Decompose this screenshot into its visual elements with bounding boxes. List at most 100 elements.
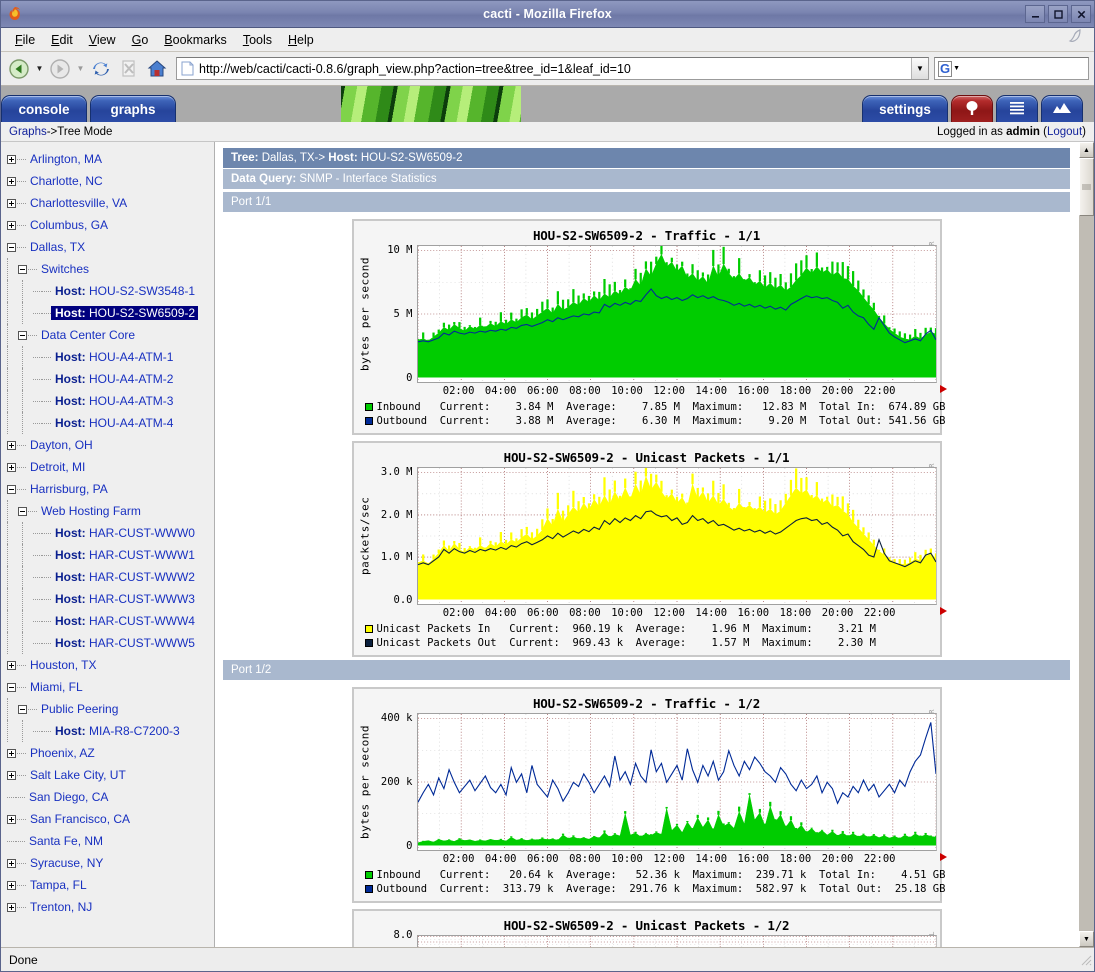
scroll-thumb[interactable] xyxy=(1079,158,1094,216)
menu-help[interactable]: Help xyxy=(280,31,322,49)
tree-node-har-cust-www4[interactable]: Host: HAR-CUST-WWW4 xyxy=(1,610,214,632)
tree-expand-icon[interactable] xyxy=(7,199,16,208)
tree-node-label[interactable]: Syracuse, NY xyxy=(26,856,103,870)
tree-node-label[interactable]: Charlottesville, VA xyxy=(26,196,127,210)
scroll-down-button[interactable]: ▼ xyxy=(1079,931,1094,947)
tree-node-tampa-fl[interactable]: Tampa, FL xyxy=(1,874,214,896)
tree-node-harrisburg-pa[interactable]: Harrisburg, PA xyxy=(1,478,214,500)
tree-node-san-francisco-ca[interactable]: San Francisco, CA xyxy=(1,808,214,830)
tree-expand-icon[interactable] xyxy=(7,859,16,868)
tree-node-label[interactable]: Houston, TX xyxy=(26,658,96,672)
tree-expand-icon[interactable] xyxy=(7,771,16,780)
tree-node-dallas-tx[interactable]: Dallas, TX xyxy=(1,236,214,258)
tree-node-label[interactable]: Host: HAR-CUST-WWW2 xyxy=(51,570,195,584)
url-dropdown-icon[interactable]: ▼ xyxy=(911,58,928,79)
tree-node-miami-fl[interactable]: Miami, FL xyxy=(1,676,214,698)
tree-node-hou-s2-sw3548-1[interactable]: Host: HOU-S2-SW3548-1 xyxy=(1,280,214,302)
tree-node-label[interactable]: Dallas, TX xyxy=(26,240,85,254)
back-button[interactable] xyxy=(6,56,32,82)
tree-node-dayton-oh[interactable]: Dayton, OH xyxy=(1,434,214,456)
tree-collapse-icon[interactable] xyxy=(18,331,27,340)
tree-node-label[interactable]: Salt Lake City, UT xyxy=(26,768,126,782)
tree-node-label[interactable]: San Francisco, CA xyxy=(26,812,130,826)
tree-node-label[interactable]: Web Hosting Farm xyxy=(37,504,141,518)
tree-node-har-cust-www1[interactable]: Host: HAR-CUST-WWW1 xyxy=(1,544,214,566)
tree-node-hou-s2-sw6509-2[interactable]: Host: HOU-S2-SW6509-2 xyxy=(1,302,214,324)
resize-grip-icon[interactable] xyxy=(1078,952,1094,968)
tree-node-label[interactable]: Harrisburg, PA xyxy=(26,482,108,496)
tree-expand-icon[interactable] xyxy=(7,881,16,890)
tree-node-label[interactable]: Host: HOU-S2-SW3548-1 xyxy=(51,284,195,298)
tree-node-har-cust-www0[interactable]: Host: HAR-CUST-WWW0 xyxy=(1,522,214,544)
back-history-caret-icon[interactable]: ▼ xyxy=(34,56,45,82)
logout-link[interactable]: Logout xyxy=(1047,126,1082,138)
tree-node-charlotte-nc[interactable]: Charlotte, NC xyxy=(1,170,214,192)
tree-node-label[interactable]: Host: HOU-A4-ATM-2 xyxy=(51,372,173,386)
tree-node-hou-a4-atm-2[interactable]: Host: HOU-A4-ATM-2 xyxy=(1,368,214,390)
tree-node-switches[interactable]: Switches xyxy=(1,258,214,280)
url-bar[interactable]: http://web/cacti/cacti-0.8.6/graph_view.… xyxy=(176,57,929,80)
tree-node-label[interactable]: Host: HAR-CUST-WWW0 xyxy=(51,526,195,540)
tree-node-label[interactable]: Host: HOU-A4-ATM-3 xyxy=(51,394,173,408)
maximize-button[interactable] xyxy=(1048,5,1068,23)
rrd-graph[interactable]: HOU-S2-SW6509-2 - Unicast Packets - 1/1R… xyxy=(352,441,942,657)
tab-console[interactable]: console xyxy=(1,95,87,122)
tree-node-label[interactable]: Host: HAR-CUST-WWW5 xyxy=(51,636,195,650)
tree-node-label[interactable]: Data Center Core xyxy=(37,328,135,342)
tree-node-label[interactable]: Host: HOU-A4-ATM-1 xyxy=(51,350,173,364)
tree-expand-icon[interactable] xyxy=(7,903,16,912)
tree-node-santa-fe-nm[interactable]: Santa Fe, NM xyxy=(1,830,214,852)
tree-node-trenton-nj[interactable]: Trenton, NJ xyxy=(1,896,214,918)
tree-expand-icon[interactable] xyxy=(7,749,16,758)
tab-tree-mode[interactable] xyxy=(951,95,993,122)
tree-collapse-icon[interactable] xyxy=(18,507,27,516)
content-scrollbar[interactable]: ▲ ▼ xyxy=(1078,142,1094,947)
tree-expand-icon[interactable] xyxy=(7,661,16,670)
tree-node-hou-a4-atm-4[interactable]: Host: HOU-A4-ATM-4 xyxy=(1,412,214,434)
tree-node-label[interactable]: Santa Fe, NM xyxy=(25,834,103,848)
tree-node-houston-tx[interactable]: Houston, TX xyxy=(1,654,214,676)
tree-node-label[interactable]: Host: HOU-S2-SW6509-2 xyxy=(51,306,198,320)
tree-node-label[interactable]: Public Peering xyxy=(37,702,118,716)
tree-expand-icon[interactable] xyxy=(7,463,16,472)
tree-node-salt-lake-city-ut[interactable]: Salt Lake City, UT xyxy=(1,764,214,786)
tree-node-label[interactable]: Arlington, MA xyxy=(26,152,102,166)
tree-expand-icon[interactable] xyxy=(7,177,16,186)
tree-node-arlington-ma[interactable]: Arlington, MA xyxy=(1,148,214,170)
reload-button[interactable] xyxy=(88,56,114,82)
tree-node-hou-a4-atm-1[interactable]: Host: HOU-A4-ATM-1 xyxy=(1,346,214,368)
tree-node-label[interactable]: Trenton, NJ xyxy=(26,900,92,914)
tree-node-hou-a4-atm-3[interactable]: Host: HOU-A4-ATM-3 xyxy=(1,390,214,412)
tree-node-web-hosting-farm[interactable]: Web Hosting Farm xyxy=(1,500,214,522)
tree-node-label[interactable]: Switches xyxy=(37,262,89,276)
tree-expand-icon[interactable] xyxy=(7,815,16,824)
tree-node-charlottesville-va[interactable]: Charlottesville, VA xyxy=(1,192,214,214)
tree-node-phoenix-az[interactable]: Phoenix, AZ xyxy=(1,742,214,764)
menu-bookmarks[interactable]: Bookmarks xyxy=(156,31,235,49)
tree-node-har-cust-www2[interactable]: Host: HAR-CUST-WWW2 xyxy=(1,566,214,588)
close-button[interactable] xyxy=(1071,5,1091,23)
tree-node-har-cust-www5[interactable]: Host: HAR-CUST-WWW5 xyxy=(1,632,214,654)
menu-file[interactable]: File xyxy=(7,31,43,49)
tree-node-label[interactable]: Host: HAR-CUST-WWW3 xyxy=(51,592,195,606)
tree-collapse-icon[interactable] xyxy=(7,485,16,494)
tree-node-mia-r8-c7200-3[interactable]: Host: MIA-R8-C7200-3 xyxy=(1,720,214,742)
tree-node-san-diego-ca[interactable]: San Diego, CA xyxy=(1,786,214,808)
tree-node-public-peering[interactable]: Public Peering xyxy=(1,698,214,720)
tree-node-label[interactable]: Detroit, MI xyxy=(26,460,85,474)
rrd-graph[interactable]: HOU-S2-SW6509-2 - Traffic - 1/2RRDTOOL /… xyxy=(352,687,942,903)
tree-expand-icon[interactable] xyxy=(7,441,16,450)
search-input[interactable] xyxy=(960,61,1085,77)
breadcrumb-graphs-link[interactable]: Graphs xyxy=(9,126,47,138)
tree-node-label[interactable]: Tampa, FL xyxy=(26,878,87,892)
tree-node-label[interactable]: Phoenix, AZ xyxy=(26,746,95,760)
tree-node-label[interactable]: Host: MIA-R8-C7200-3 xyxy=(51,724,180,738)
tree-node-columbus-ga[interactable]: Columbus, GA xyxy=(1,214,214,236)
tree-collapse-icon[interactable] xyxy=(7,683,16,692)
tree-node-label[interactable]: Host: HAR-CUST-WWW1 xyxy=(51,548,195,562)
tree-node-label[interactable]: Miami, FL xyxy=(26,680,83,694)
tab-settings[interactable]: settings xyxy=(862,95,948,122)
tree-node-data-center-core[interactable]: Data Center Core xyxy=(1,324,214,346)
tree-node-label[interactable]: San Diego, CA xyxy=(25,790,108,804)
menu-edit[interactable]: Edit xyxy=(43,31,81,49)
